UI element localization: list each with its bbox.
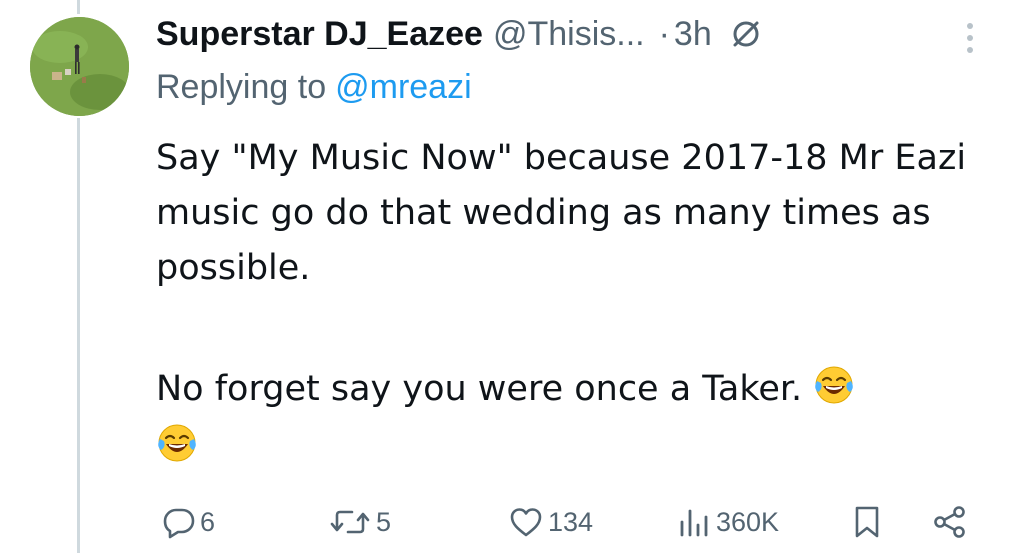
repost-button[interactable]: 5 [328, 498, 391, 546]
tweet-actions-bar: 6 5 134 360K [156, 498, 976, 546]
heart-icon [508, 505, 544, 539]
tweet-text-paragraph-2-container: No forget say you were once a Taker. [156, 360, 976, 476]
separator-dot: · [658, 14, 670, 53]
views-icon [676, 505, 712, 539]
thread-connector-bottom [77, 118, 80, 553]
replying-to-label: Replying to [156, 68, 327, 106]
face-with-tears-of-joy-icon [813, 364, 855, 406]
reply-icon [162, 505, 196, 539]
reply-button[interactable]: 6 [162, 498, 215, 546]
author-display-name[interactable]: Superstar DJ_Eazee [156, 15, 483, 54]
tweet-header: Superstar DJ_Eazee @Thisis... · 3h [156, 8, 764, 60]
reply-count: 6 [200, 506, 216, 537]
tweet-text: Say "My Music Now" because 2017-18 Mr Ea… [156, 131, 976, 296]
thread-connector-top [77, 0, 80, 14]
timestamp[interactable]: 3h [674, 15, 712, 54]
share-icon [932, 504, 968, 540]
tweet-text-paragraph-1: Say "My Music Now" because 2017-18 Mr Ea… [156, 138, 967, 288]
replying-to-handle-link[interactable]: @mreazi [335, 68, 472, 106]
repost-icon [328, 505, 372, 539]
bookmark-icon [850, 504, 884, 540]
views-count: 360K [716, 506, 780, 537]
like-count: 134 [548, 506, 594, 537]
bookmark-button[interactable] [850, 498, 884, 546]
author-handle[interactable]: @Thisis... [493, 15, 645, 54]
avatar-photo [30, 17, 129, 116]
tweet-text-paragraph-2: No forget say you were once a Taker. [156, 369, 803, 409]
like-button[interactable]: 134 [508, 498, 593, 546]
share-button[interactable] [932, 498, 968, 546]
views-button[interactable]: 360K [676, 498, 779, 546]
replying-to: Replying to @mreazi [156, 68, 472, 107]
more-options-icon[interactable] [958, 18, 982, 58]
avatar[interactable] [30, 17, 129, 116]
face-with-tears-of-joy-icon [156, 422, 198, 464]
unavailable-icon [728, 16, 764, 52]
repost-count: 5 [376, 506, 392, 537]
